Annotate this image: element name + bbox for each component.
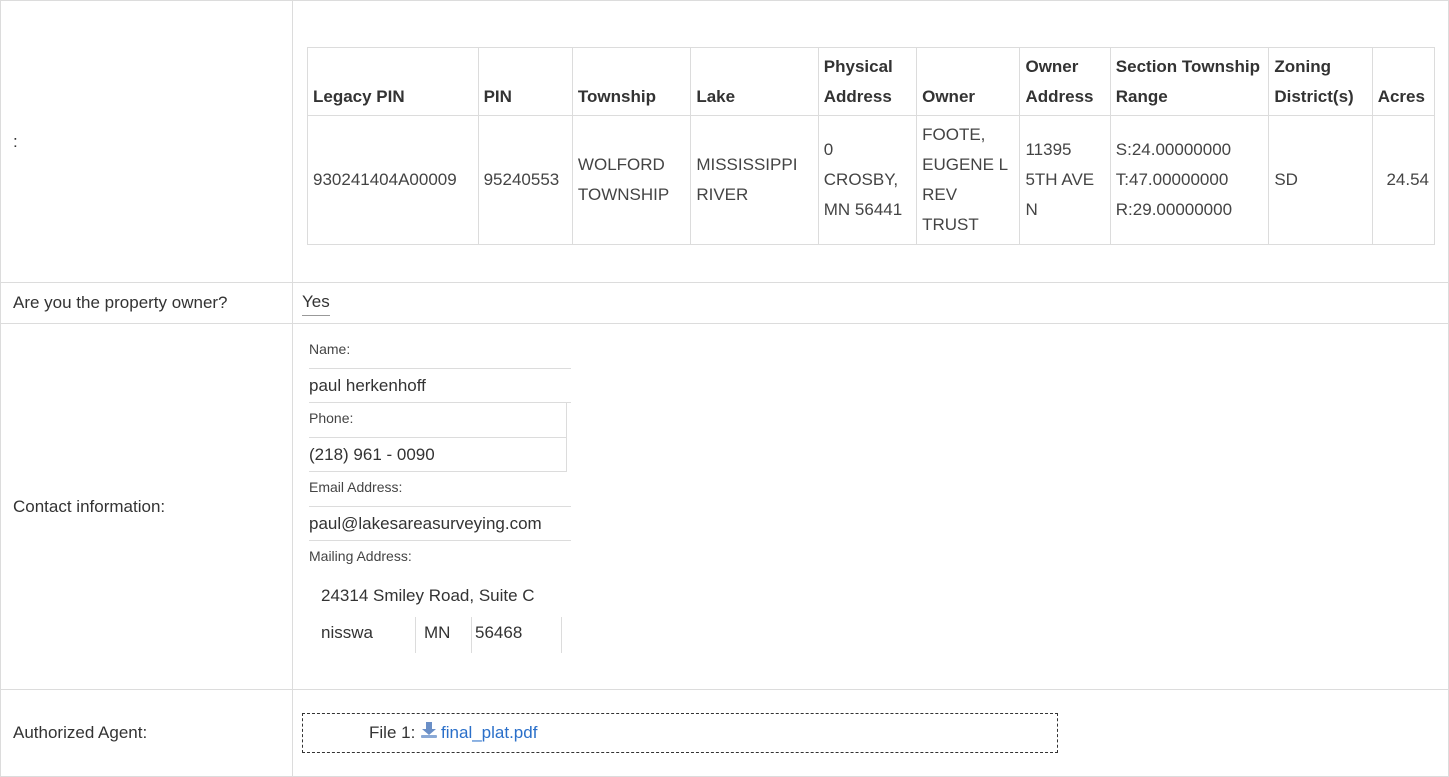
- contact-label: Contact information:: [0, 323, 293, 690]
- cell-section-township-range: S:24.00000000 T:47.00000000 R:29.0000000…: [1109, 114, 1270, 245]
- header-lake: Lake: [690, 46, 819, 116]
- header-township: Township: [571, 46, 692, 116]
- owner-question-label: Are you the property owner?: [0, 282, 293, 324]
- parcel-row-label: :: [0, 0, 293, 283]
- header-legacy-pin: Legacy PIN: [307, 46, 479, 116]
- contact-cell: Name: paul herkenhoff Phone: (218) 961 -…: [292, 323, 1449, 690]
- cell-pin: 95240553: [477, 114, 573, 245]
- file-link[interactable]: final_plat.pdf: [441, 723, 537, 742]
- owner-question-value: Yes: [302, 290, 330, 316]
- mailing-city: nisswa: [321, 617, 416, 653]
- parcel-row: : Legacy PIN PIN Township Lake Physical …: [0, 0, 1449, 283]
- header-acres: Acres: [1371, 46, 1436, 116]
- parcel-table: Legacy PIN PIN Township Lake Physical Ad…: [307, 46, 1436, 245]
- mailing-address: 24314 Smiley Road, Suite C nisswa MN 564…: [309, 575, 1448, 653]
- owner-question-row: Are you the property owner? Yes: [0, 282, 1449, 324]
- name-label: Name:: [309, 341, 351, 357]
- phone-field: (218) 961 - 0090: [309, 437, 567, 472]
- mailing-street: 24314 Smiley Road, Suite C: [321, 586, 535, 605]
- owner-question-cell: Yes: [292, 282, 1449, 324]
- header-section-township-range: Section Township Range: [1109, 46, 1270, 116]
- str-range: R:29.00000000: [1115, 199, 1233, 219]
- mailing-city-state-zip: nisswa MN 56468: [321, 617, 1448, 653]
- cell-acres: 24.54: [1371, 114, 1436, 245]
- table-row: 930241404A00009 95240553 WOLFORD TOWNSHI…: [307, 114, 1436, 245]
- cell-owner: FOOTE, EUGENE L REV TRUST: [916, 114, 1021, 245]
- header-owner: Owner: [916, 46, 1021, 116]
- cell-owner-address: 11395 5TH AVE N: [1019, 114, 1111, 245]
- header-zoning: Zoning District(s): [1268, 46, 1373, 116]
- parcel-cell: Legacy PIN PIN Township Lake Physical Ad…: [292, 0, 1449, 283]
- mailing-zip: 56468: [472, 617, 562, 653]
- header-physical-address: Physical Address: [817, 46, 918, 116]
- header-owner-address: Owner Address: [1019, 46, 1111, 116]
- contact-block: Name: paul herkenhoff Phone: (218) 961 -…: [293, 324, 1448, 653]
- cell-zoning: SD: [1268, 114, 1373, 245]
- email-label: Email Address:: [309, 479, 403, 495]
- cell-township: WOLFORD TOWNSHIP: [571, 114, 692, 245]
- file-prefix: File 1:: [369, 723, 416, 742]
- agent-row: Authorized Agent: File 1: final_plat.pdf: [0, 689, 1449, 777]
- form-table: : Legacy PIN PIN Township Lake Physical …: [0, 0, 1449, 777]
- header-pin: PIN: [477, 46, 573, 116]
- cell-lake: MISSISSIPPI RIVER: [690, 114, 819, 245]
- mailing-state: MN: [416, 617, 472, 653]
- contact-row: Contact information: Name: paul herkenho…: [0, 323, 1449, 690]
- str-section: S:24.00000000: [1115, 139, 1232, 159]
- cell-legacy-pin: 930241404A00009: [307, 114, 479, 245]
- agent-cell: File 1: final_plat.pdf: [292, 689, 1449, 777]
- mailing-label: Mailing Address:: [309, 548, 412, 564]
- download-icon: [420, 715, 438, 753]
- parcel-header-row: Legacy PIN PIN Township Lake Physical Ad…: [307, 46, 1436, 116]
- str-township: T:47.00000000: [1115, 169, 1229, 189]
- phone-label: Phone:: [309, 403, 567, 437]
- name-field: paul herkenhoff: [309, 368, 571, 403]
- agent-label: Authorized Agent:: [0, 689, 293, 777]
- cell-physical-address: 0 CROSBY, MN 56441: [817, 114, 918, 245]
- file-attachment: File 1: final_plat.pdf: [302, 713, 1058, 753]
- email-field: paul@lakesareasurveying.com: [309, 506, 571, 541]
